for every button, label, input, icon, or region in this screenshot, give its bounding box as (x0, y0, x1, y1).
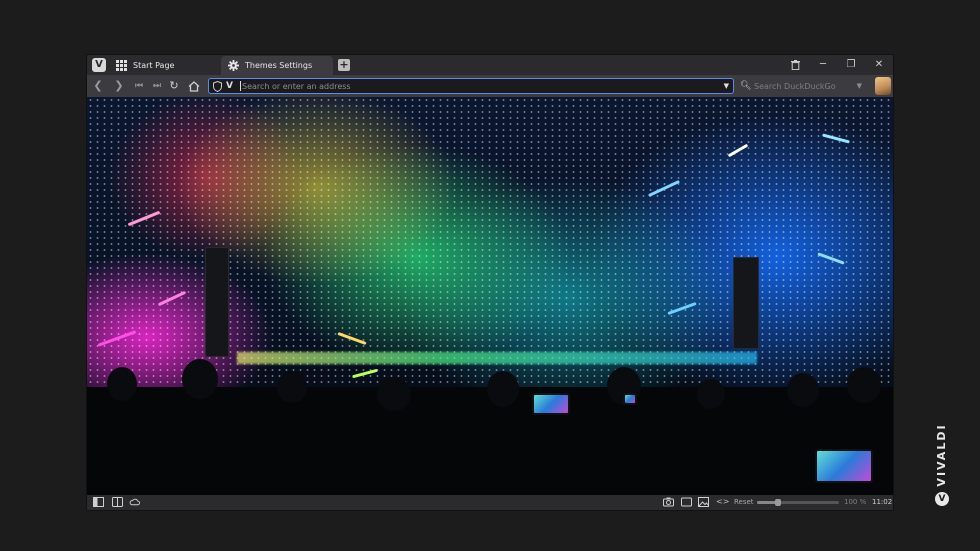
forward-button[interactable]: ❯ (111, 78, 127, 94)
phone-screen (623, 393, 637, 405)
phone-screen (532, 393, 570, 415)
text-cursor (240, 81, 241, 91)
status-bar: <> Reset 100 % 11:02 (87, 495, 893, 510)
fast-forward-button[interactable]: ⏭ (149, 78, 165, 94)
trash-icon[interactable] (781, 55, 809, 75)
speaker-stack (205, 247, 229, 357)
sync-cloud-icon[interactable] (129, 497, 140, 507)
code-brackets-icon[interactable]: <> (716, 497, 729, 507)
camera-icon[interactable] (663, 497, 674, 507)
browser-window: V Start Page Themes Settings + ─ ❐ ✕ ❮ ❯… (87, 55, 893, 510)
tab-themes-settings[interactable]: Themes Settings (221, 56, 333, 75)
tab-start-page[interactable]: Start Page (109, 56, 219, 75)
tile-window-icon[interactable] (112, 497, 123, 507)
reload-button[interactable]: ↻ (166, 78, 182, 94)
crowd-head (787, 373, 819, 407)
restore-button[interactable]: ❐ (837, 55, 865, 75)
crowd-head (697, 379, 725, 409)
speaker-stack (733, 257, 759, 349)
chevron-down-icon[interactable]: ▼ (724, 79, 729, 93)
back-button[interactable]: ❮ (90, 78, 106, 94)
zoom-level: 100 % (844, 498, 867, 506)
zoom-slider[interactable] (757, 499, 839, 506)
close-button[interactable]: ✕ (865, 55, 893, 75)
page-background-image (87, 97, 893, 495)
address-input[interactable] (242, 79, 712, 93)
vivaldi-wordmark: VIVALDI (935, 423, 948, 487)
address-field[interactable]: V ▼ (208, 78, 734, 94)
desktop-background: V Start Page Themes Settings + ─ ❐ ✕ ❮ ❯… (0, 0, 980, 551)
clock: 11:02 (872, 498, 893, 506)
stage-lights (237, 352, 757, 364)
vivaldi-brand: VIVALDI V (932, 420, 952, 510)
crowd-head (487, 371, 519, 407)
zoom-slider-thumb[interactable] (775, 499, 782, 506)
crowd-head (377, 377, 411, 411)
search-engine-icon[interactable]: 🔍︎ (740, 80, 751, 92)
vivaldi-v-icon: V (226, 81, 233, 91)
crowd-head (277, 371, 307, 403)
minimize-button[interactable]: ─ (809, 55, 837, 75)
tab-label: Themes Settings (245, 61, 313, 70)
crowd-head (182, 359, 218, 399)
tab-bar: V Start Page Themes Settings + ─ ❐ ✕ (87, 55, 893, 75)
window-icon[interactable] (681, 497, 692, 507)
address-bar-toolbar: ❮ ❯ ⏮ ⏭ ↻ V ▼ 🔍︎ ▼ (87, 75, 893, 97)
new-tab-button[interactable]: + (338, 59, 350, 71)
shield-icon[interactable] (213, 81, 222, 92)
vivaldi-menu-button[interactable]: V (92, 58, 106, 72)
phone-screen (815, 449, 873, 483)
grid-icon (116, 60, 127, 71)
panel-toggle-icon[interactable] (93, 497, 104, 507)
search-field[interactable]: ▼ (752, 78, 868, 94)
crowd-head (107, 367, 137, 401)
crowd-head (847, 367, 881, 403)
search-input[interactable] (754, 79, 854, 93)
rewind-button[interactable]: ⏮ (131, 78, 147, 94)
home-button[interactable] (186, 78, 202, 94)
zoom-reset-button[interactable]: Reset (734, 495, 754, 510)
crowd-silhouette (87, 387, 893, 495)
image-icon[interactable] (698, 497, 709, 507)
vivaldi-logo-icon: V (935, 492, 949, 506)
profile-avatar[interactable] (875, 77, 891, 95)
tab-label: Start Page (133, 61, 175, 70)
gear-icon (228, 60, 239, 71)
chevron-down-icon[interactable]: ▼ (857, 79, 862, 93)
